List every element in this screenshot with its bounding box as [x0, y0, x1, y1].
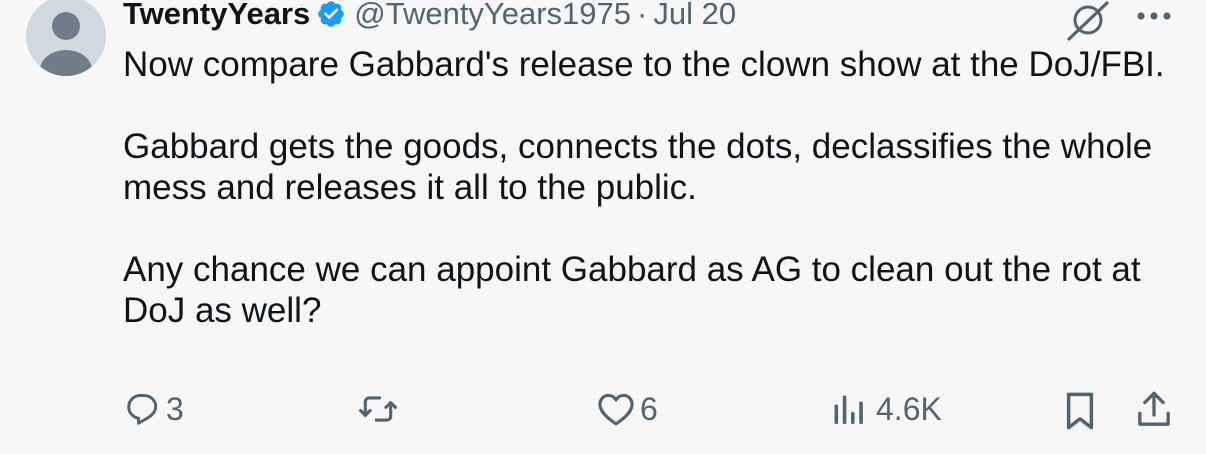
reply-count: 3: [166, 390, 184, 427]
header-separator: ·: [637, 0, 648, 31]
tweet-header: TwentyYears @TwentyYears1975 · Jul 20: [123, 0, 736, 34]
views-count: 4.6K: [876, 390, 942, 427]
like-button[interactable]: 6: [596, 390, 658, 428]
more-horizontal-icon[interactable]: [1136, 8, 1172, 24]
heart-icon: [596, 390, 636, 428]
verified-badge-icon[interactable]: [316, 0, 346, 29]
author-handle[interactable]: @TwentyYears1975: [354, 0, 631, 32]
tweet-text: Now compare Gabbard's release to the clo…: [123, 44, 1193, 331]
default-avatar-icon[interactable]: [26, 0, 106, 76]
tweet-date[interactable]: Jul 20: [653, 0, 736, 32]
reply-button[interactable]: 3: [124, 390, 184, 428]
tweet-actions: 3 6 4.6K: [0, 390, 1206, 440]
tweet-paragraph: Gabbard gets the goods, connects the dot…: [123, 127, 1153, 207]
grok-icon[interactable]: [1065, 0, 1111, 42]
share-icon: [1134, 388, 1174, 432]
views-chart-icon: [830, 390, 866, 428]
tweet-paragraph: Any chance we can appoint Gabbard as AG …: [123, 250, 1141, 330]
repost-icon: [356, 390, 400, 428]
bookmark-button[interactable]: [1062, 390, 1098, 432]
reply-icon: [124, 390, 162, 428]
tweet[interactable]: TwentyYears @TwentyYears1975 · Jul 20 No…: [0, 0, 1206, 454]
author-display-name[interactable]: TwentyYears: [123, 0, 310, 32]
views-button[interactable]: 4.6K: [830, 390, 942, 428]
repost-button[interactable]: [356, 390, 404, 428]
share-button[interactable]: [1134, 388, 1174, 432]
tweet-paragraph: Now compare Gabbard's release to the clo…: [123, 45, 1165, 84]
like-count: 6: [640, 390, 658, 427]
bookmark-icon: [1062, 390, 1098, 432]
